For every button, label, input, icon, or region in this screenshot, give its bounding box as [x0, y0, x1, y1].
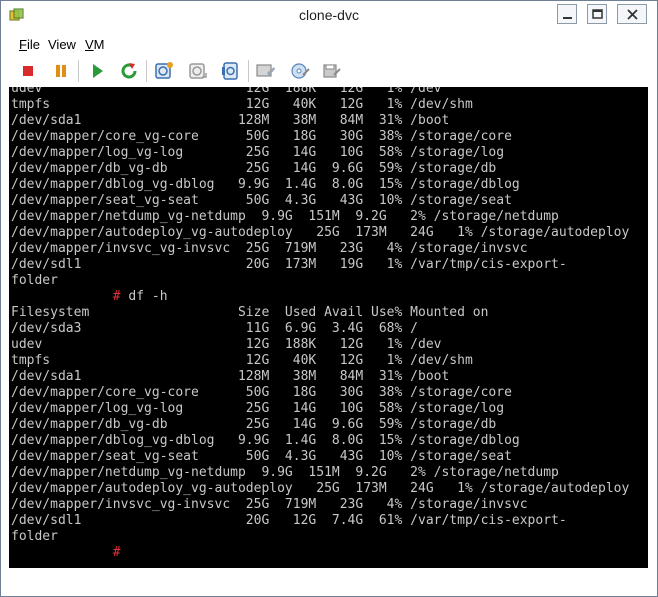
title-bar[interactable]: clone-dvc — [1, 1, 657, 31]
shell-prompt: # — [112, 545, 121, 560]
menu-vm-label: M — [93, 37, 105, 52]
terminal-line: /dev/mapper/dblog_vg-dblog 9.9G 1.4G 8.0… — [11, 433, 520, 448]
terminal-line: /dev/mapper/seat_vg-seat 50G 4.3G 43G 10… — [11, 449, 512, 464]
terminal-line: /dev/mapper/invsvc_vg-invsvc 25G 719M 23… — [11, 497, 528, 512]
toolbar-separator — [248, 60, 249, 82]
snapshot-manager-button[interactable] — [219, 59, 243, 83]
shell-prompt: # — [112, 289, 121, 304]
power-off-button[interactable] — [16, 59, 40, 83]
terminal-line: /dev/mapper/db_vg-db 25G 14G 9.6G 59% /s… — [11, 417, 497, 432]
menu-vm[interactable]: VM — [85, 37, 105, 52]
terminal-line: /dev/mapper/invsvc_vg-invsvc 25G 719M 23… — [11, 241, 528, 256]
stop-icon — [23, 66, 33, 76]
manage-snapshots-icon — [222, 62, 238, 80]
reset-button[interactable] — [117, 59, 141, 83]
toolbar-separator — [146, 60, 147, 82]
terminal-output: udev 12G 188K 12G 1% /dev tmpfs 12G 40K 1… — [9, 87, 629, 561]
maximize-button[interactable] — [587, 4, 607, 24]
console-bottom-margin — [9, 568, 648, 591]
connect-cd-button[interactable] — [288, 59, 312, 83]
terminal-line: /dev/sda1 128M 38M 84M 31% /boot — [11, 113, 450, 128]
menu-view[interactable]: View — [48, 37, 76, 52]
suspend-button[interactable] — [49, 59, 73, 83]
menu-file-mnemonic: F — [19, 37, 27, 52]
pause-icon — [56, 65, 66, 77]
maximize-icon — [592, 9, 603, 19]
terminal-line: /dev/sdl1 20G 173M 19G 1% /var/tmp/cis-e… — [11, 257, 567, 272]
console-settings-button[interactable] — [254, 59, 278, 83]
revert-snapshot-button[interactable] — [186, 59, 210, 83]
vm-console-screen[interactable]: udev 12G 188K 12G 1% /dev tmpfs 12G 40K 1… — [9, 87, 648, 568]
terminal-line: /dev/mapper/log_vg-log 25G 14G 10G 58% /… — [11, 401, 505, 416]
toolbar — [1, 57, 657, 85]
terminal-line: /dev/mapper/core_vg-core 50G 18G 30G 38%… — [11, 129, 512, 144]
terminal-line: # df -h — [11, 289, 629, 305]
terminal-line: /dev/sdl1 20G 12G 7.4G 61% /var/tmp/cis-… — [11, 513, 567, 528]
menu-file-label: ile — [26, 37, 40, 52]
connect-cd-icon — [291, 63, 310, 79]
terminal-line: /dev/mapper/netdump_vg-netdump 9.9G 151M… — [11, 465, 559, 480]
shell-command: df -h — [120, 289, 168, 304]
menu-bar: File View VM — [1, 34, 657, 54]
connect-floppy-icon — [323, 64, 341, 78]
terminal-line: /dev/mapper/netdump_vg-netdump 9.9G 151M… — [11, 209, 559, 224]
terminal-line: /dev/sda3 11G 6.9G 3.4G 68% / — [11, 321, 418, 336]
terminal-line: udev 12G 188K 12G 1% /dev — [11, 87, 442, 96]
connect-floppy-button[interactable] — [320, 59, 344, 83]
terminal-line: Filesystem Size Used Avail Use% Mounted … — [11, 305, 489, 320]
terminal-line: /dev/mapper/db_vg-db 25G 14G 9.6G 59% /s… — [11, 161, 497, 176]
power-on-button[interactable] — [85, 59, 109, 83]
terminal-line: /dev/mapper/autodeploy_vg-autodeploy 25G… — [11, 225, 630, 240]
minimize-icon — [563, 17, 572, 19]
snapshot-icon — [155, 62, 173, 79]
terminal-line: folder — [11, 529, 58, 544]
close-icon — [627, 9, 638, 20]
menu-vm-mnemonic: V — [85, 37, 94, 52]
close-button[interactable] — [617, 4, 647, 24]
terminal-line: udev 12G 188K 12G 1% /dev — [11, 337, 442, 352]
revert-snapshot-icon — [189, 63, 207, 79]
terminal-line: # — [11, 545, 629, 561]
terminal-line: /dev/mapper/log_vg-log 25G 14G 10G 58% /… — [11, 145, 505, 160]
terminal-line: /dev/mapper/seat_vg-seat 50G 4.3G 43G 10… — [11, 193, 512, 208]
terminal-line: tmpfs 12G 40K 12G 1% /dev/shm — [11, 97, 473, 112]
console-settings-icon — [256, 64, 275, 77]
menu-view-label: View — [48, 37, 76, 52]
toolbar-separator — [78, 60, 79, 82]
play-icon — [93, 64, 103, 78]
terminal-line: /dev/sda1 128M 38M 84M 31% /boot — [11, 369, 450, 384]
vm-console-window: clone-dvc File View VM udev 12G 188K 12G… — [0, 0, 658, 597]
minimize-button[interactable] — [557, 4, 577, 24]
take-snapshot-button[interactable] — [152, 59, 176, 83]
terminal-line: /dev/mapper/core_vg-core 50G 18G 30G 38%… — [11, 385, 512, 400]
terminal-line: /dev/mapper/dblog_vg-dblog 9.9G 1.4G 8.0… — [11, 177, 520, 192]
terminal-line: tmpfs 12G 40K 12G 1% /dev/shm — [11, 353, 473, 368]
terminal-line: /dev/mapper/autodeploy_vg-autodeploy 25G… — [11, 481, 630, 496]
restart-icon — [121, 63, 137, 79]
menu-file[interactable]: File — [19, 37, 40, 52]
terminal-line: folder — [11, 273, 58, 288]
